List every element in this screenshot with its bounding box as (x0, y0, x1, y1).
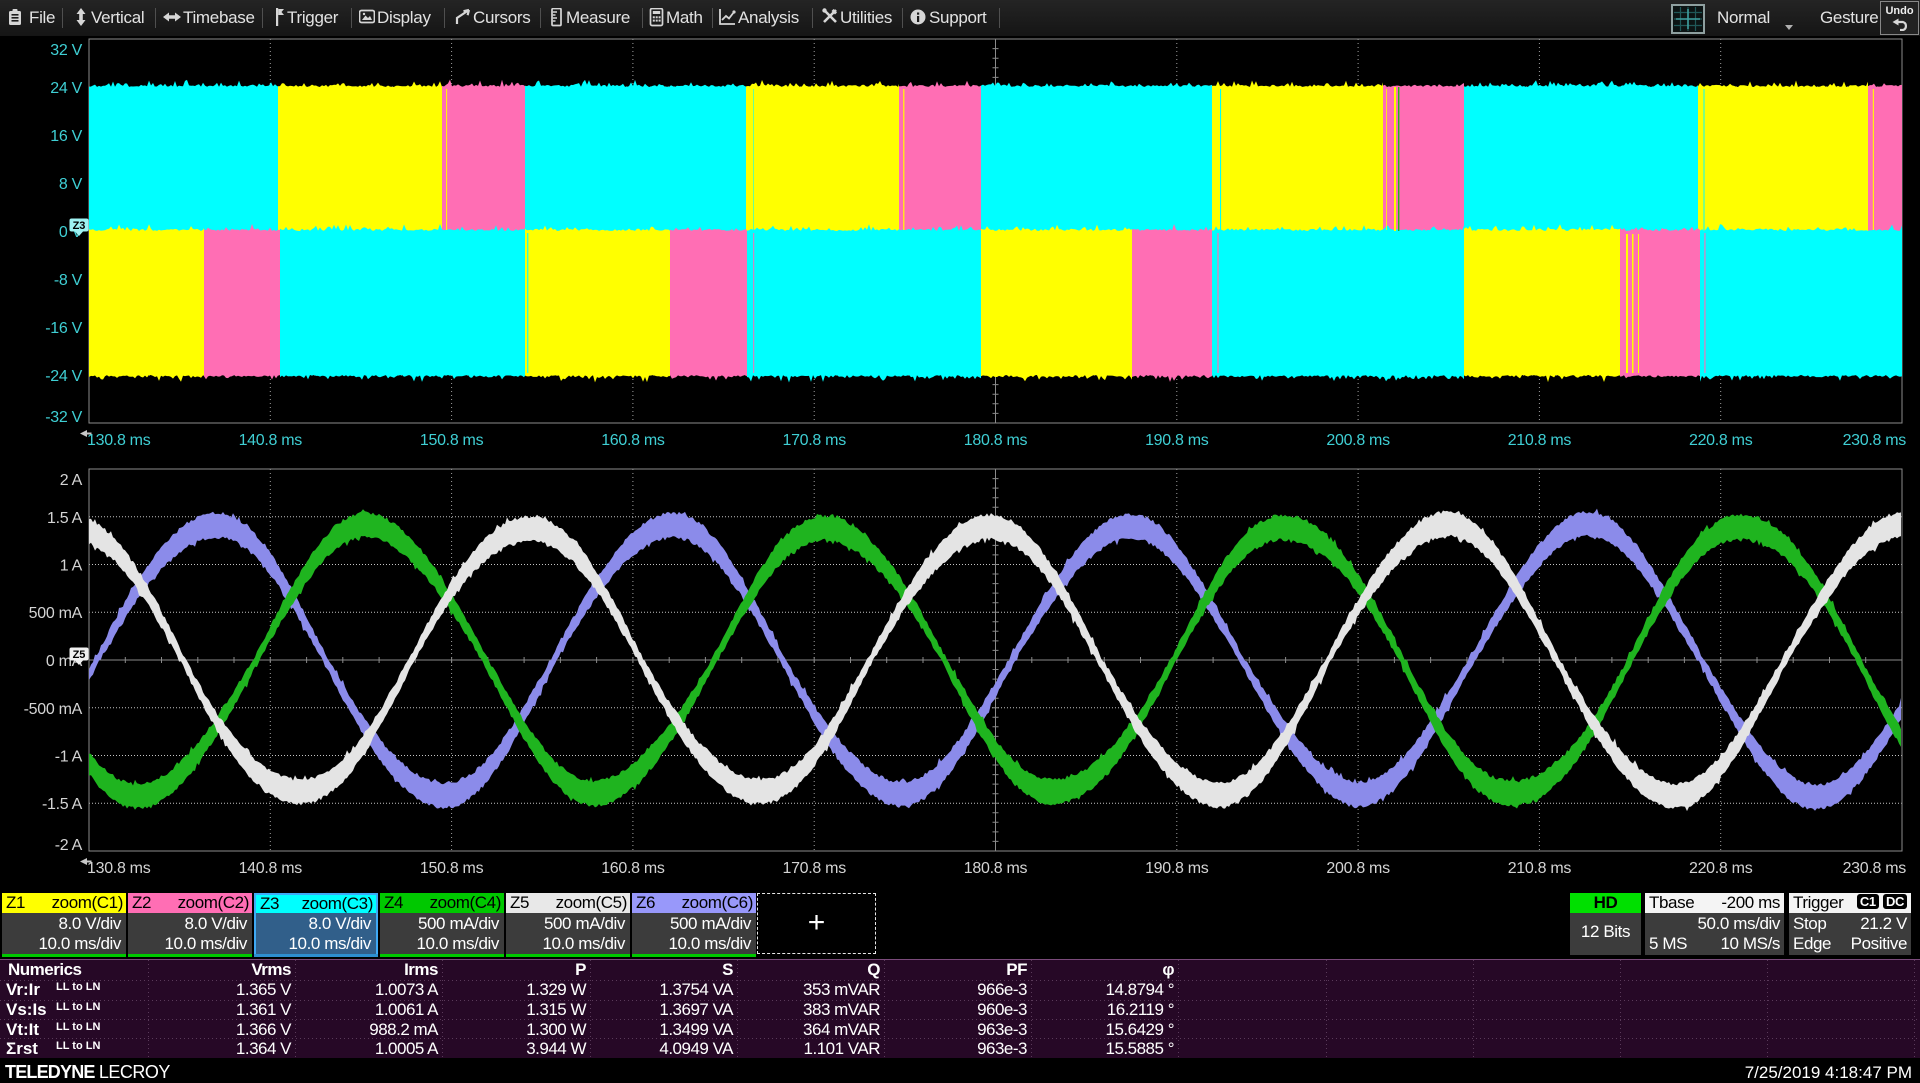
svg-text:24 V: 24 V (50, 80, 82, 97)
svg-text:32 V: 32 V (50, 42, 82, 59)
svg-text:16 V: 16 V (50, 128, 82, 145)
svg-text:1.5 A: 1.5 A (47, 510, 83, 527)
svg-text:230.8 ms: 230.8 ms (1843, 432, 1907, 449)
svg-text:200.8 ms: 200.8 ms (1326, 860, 1390, 877)
svg-text:-1.5 A: -1.5 A (42, 796, 83, 813)
svg-text:190.8 ms: 190.8 ms (1145, 860, 1209, 877)
svg-text:140.8 ms: 140.8 ms (239, 432, 303, 449)
svg-text:170.8 ms: 170.8 ms (782, 860, 846, 877)
svg-text:220.8 ms: 220.8 ms (1689, 432, 1753, 449)
svg-text:Z3: Z3 (73, 220, 86, 232)
svg-text:150.8 ms: 150.8 ms (420, 860, 484, 877)
svg-text:2 A: 2 A (60, 472, 83, 489)
svg-text:500 mA: 500 mA (29, 605, 83, 622)
svg-text:130.8 ms: 130.8 ms (87, 860, 151, 877)
svg-text:210.8 ms: 210.8 ms (1508, 860, 1572, 877)
svg-text:Z5: Z5 (73, 649, 86, 661)
svg-text:-500 mA: -500 mA (24, 701, 83, 718)
svg-text:8 V: 8 V (59, 176, 83, 193)
svg-text:-24 V: -24 V (45, 368, 82, 385)
svg-text:-16 V: -16 V (45, 320, 82, 337)
svg-text:180.8 ms: 180.8 ms (964, 432, 1028, 449)
svg-text:-8 V: -8 V (54, 272, 83, 289)
svg-text:-2 A: -2 A (55, 837, 83, 854)
svg-text:170.8 ms: 170.8 ms (782, 432, 846, 449)
svg-text:200.8 ms: 200.8 ms (1326, 432, 1390, 449)
svg-text:210.8 ms: 210.8 ms (1508, 432, 1572, 449)
svg-text:220.8 ms: 220.8 ms (1689, 860, 1753, 877)
svg-text:230.8 ms: 230.8 ms (1843, 860, 1907, 877)
svg-text:-1 A: -1 A (55, 749, 83, 766)
svg-text:190.8 ms: 190.8 ms (1145, 432, 1209, 449)
svg-text:-32 V: -32 V (45, 409, 82, 426)
svg-text:140.8 ms: 140.8 ms (239, 860, 303, 877)
svg-text:1 A: 1 A (60, 558, 83, 575)
svg-text:130.8 ms: 130.8 ms (87, 432, 151, 449)
svg-text:180.8 ms: 180.8 ms (964, 860, 1028, 877)
svg-text:150.8 ms: 150.8 ms (420, 432, 484, 449)
svg-text:160.8 ms: 160.8 ms (601, 432, 665, 449)
svg-text:160.8 ms: 160.8 ms (601, 860, 665, 877)
